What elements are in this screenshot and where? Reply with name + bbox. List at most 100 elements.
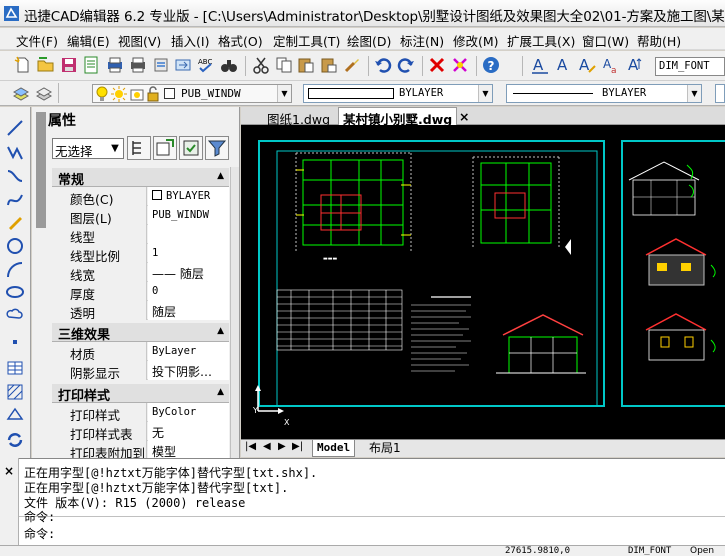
property-row[interactable]: 阴影显示 投下阴影… (52, 361, 229, 381)
menu-window[interactable]: 窗口(W) (582, 31, 629, 50)
paste-special-icon[interactable] (320, 56, 338, 74)
close-icon[interactable]: × (4, 464, 14, 478)
menu-draw[interactable]: 绘图(D) (347, 31, 391, 50)
revision-cloud-icon[interactable] (6, 305, 24, 323)
property-row[interactable]: 厚度 0 (52, 282, 229, 302)
edit-text-icon[interactable]: A (578, 56, 596, 74)
panel-drag-handle[interactable] (36, 112, 46, 228)
first-tab-icon[interactable]: |◀ (245, 441, 256, 452)
text-replace-icon[interactable]: Aa (602, 56, 620, 74)
multiline-text-icon[interactable]: A (555, 56, 573, 74)
category-3d[interactable]: 三维效果 ▲ (52, 323, 229, 343)
chevron-down-icon[interactable]: ▼ (478, 85, 492, 102)
publish-icon[interactable] (152, 56, 170, 74)
export-icon[interactable] (174, 56, 192, 74)
category-general[interactable]: 常规 ▲ (52, 168, 229, 188)
status-dim-style[interactable]: DIM_FONT (628, 546, 671, 556)
tab-model[interactable]: Model (312, 440, 356, 457)
cut-icon[interactable] (252, 56, 270, 74)
spline-icon[interactable] (6, 191, 24, 209)
property-row[interactable]: 线型 (52, 225, 229, 245)
prev-tab-icon[interactable]: ◀ (263, 441, 271, 452)
find-icon[interactable] (220, 56, 238, 74)
toggle-pickadd-button[interactable] (127, 136, 151, 160)
property-row[interactable]: 图层(L) PUB_WINDW (52, 206, 229, 226)
menu-dimension[interactable]: 标注(N) (400, 31, 444, 50)
circle-icon[interactable] (6, 237, 24, 255)
tab-layout1[interactable]: 布局1 (365, 440, 405, 457)
ellipse-icon[interactable] (6, 283, 24, 301)
menu-edit[interactable]: 编辑(E) (67, 31, 110, 50)
last-tab-icon[interactable]: ▶| (292, 441, 303, 452)
command-prompt[interactable]: 命令: (24, 527, 55, 542)
redo-icon[interactable] (397, 56, 415, 74)
property-row[interactable]: 颜色(C) BYLAYER (52, 187, 229, 207)
delete-icon[interactable] (428, 56, 446, 74)
select-objects-button[interactable] (153, 136, 177, 160)
category-print-style[interactable]: 打印样式 ▲ (52, 384, 229, 404)
layer-state-icon[interactable] (35, 84, 53, 102)
tab-drawing1[interactable]: 图纸1.dwg (263, 109, 334, 127)
menu-extension-tools[interactable]: 扩展工具(X) (507, 31, 575, 50)
filter-button[interactable] (205, 136, 229, 160)
menu-format[interactable]: 格式(O) (218, 31, 263, 50)
text-scale-icon[interactable]: A (627, 56, 645, 74)
copy-icon[interactable] (275, 56, 293, 74)
hatch-icon[interactable] (6, 383, 24, 401)
polyline-icon[interactable] (6, 143, 24, 161)
collapse-icon[interactable]: ▲ (217, 326, 224, 336)
menu-view[interactable]: 视图(V) (118, 31, 161, 50)
save-icon[interactable] (60, 56, 78, 74)
next-tab-icon[interactable]: ▶ (278, 441, 286, 452)
construction-line-icon[interactable] (6, 167, 24, 185)
erase-icon[interactable] (451, 56, 469, 74)
layer-select[interactable]: PUB_WINDW ▼ (92, 84, 292, 103)
property-row[interactable]: 线宽 —— 随层 (52, 263, 229, 283)
save-all-icon[interactable] (82, 56, 100, 74)
region-icon[interactable] (6, 405, 24, 423)
dim-style-select[interactable]: DIM_FONT (655, 57, 725, 76)
pencil-icon[interactable] (6, 213, 24, 231)
arc-icon[interactable] (6, 261, 24, 279)
viewport-freeze-icon[interactable] (130, 86, 144, 102)
help-icon[interactable]: ? (482, 56, 500, 74)
chevron-down-icon[interactable]: ▼ (108, 140, 122, 157)
lock-icon[interactable] (146, 86, 160, 102)
drawing-canvas[interactable]: ▬▬▬ Y X (241, 125, 725, 439)
quick-select-button[interactable] (179, 136, 203, 160)
collapse-icon[interactable]: ▲ (217, 387, 224, 397)
line-icon[interactable] (6, 119, 24, 137)
linetype-select[interactable]: BYLAYER ▼ (506, 84, 702, 103)
status-mode[interactable]: Open (690, 546, 714, 556)
close-tab-icon[interactable]: × (455, 109, 473, 125)
property-row[interactable]: 透明 随层 (52, 301, 229, 321)
chevron-down-icon[interactable]: ▼ (277, 85, 291, 102)
undo-icon[interactable] (374, 56, 392, 74)
print-preview-icon[interactable] (106, 56, 124, 74)
open-folder-icon[interactable] (37, 56, 55, 74)
property-row[interactable]: 材质 ByLayer (52, 342, 229, 362)
panel-scrollbar[interactable] (230, 167, 239, 458)
table-icon[interactable] (6, 359, 24, 377)
menu-insert[interactable]: 插入(I) (171, 31, 209, 50)
menu-custom-tools[interactable]: 定制工具(T) (273, 31, 340, 50)
lightbulb-icon[interactable] (95, 86, 109, 102)
property-row[interactable]: 打印样式表无 (52, 422, 229, 442)
match-properties-icon[interactable] (343, 56, 361, 74)
menu-file[interactable]: 文件(F) (16, 31, 58, 50)
paste-icon[interactable] (297, 56, 315, 74)
point-icon[interactable] (6, 333, 24, 351)
menu-help[interactable]: 帮助(H) (637, 31, 681, 50)
menu-modify[interactable]: 修改(M) (453, 31, 499, 50)
property-row[interactable]: 线型比例 1 (52, 244, 229, 264)
tab-village-villa[interactable]: 某村镇小别墅.dwg (338, 107, 458, 127)
collapse-icon[interactable]: ▲ (217, 171, 224, 181)
rotate-view-icon[interactable] (6, 431, 24, 449)
text-style-icon[interactable]: A (531, 56, 549, 74)
print-icon[interactable] (129, 56, 147, 74)
spell-check-icon[interactable]: ABC (197, 56, 215, 74)
color-select[interactable]: BYLAYER ▼ (303, 84, 493, 103)
sun-freeze-icon[interactable] (111, 86, 127, 102)
layer-manager-icon[interactable] (12, 84, 30, 102)
chevron-down-icon[interactable]: ▼ (687, 85, 701, 102)
